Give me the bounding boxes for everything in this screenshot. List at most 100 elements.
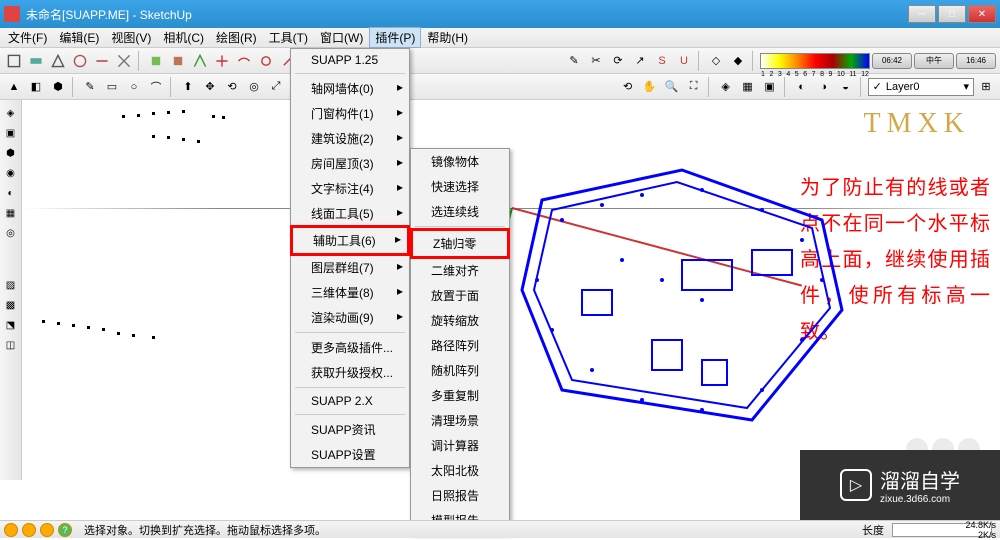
select-icon[interactable]: ▲ <box>4 77 24 97</box>
menu-item[interactable]: 二维对齐 <box>411 258 509 283</box>
tool-icon[interactable] <box>70 51 90 71</box>
menu-item[interactable]: 帮助(H) <box>421 27 474 48</box>
tool-icon[interactable]: ◈ <box>2 104 20 122</box>
menu-item[interactable]: 房间屋顶(3) <box>291 151 409 176</box>
tool-icon[interactable]: ▦ <box>2 204 20 222</box>
menu-item[interactable]: 多重复制 <box>411 383 509 408</box>
tool-icon[interactable] <box>146 51 166 71</box>
tool-icon[interactable]: ◉ <box>2 164 20 182</box>
style-icon[interactable]: ◑ <box>814 77 834 97</box>
move-icon[interactable]: ✥ <box>200 77 220 97</box>
menu-item[interactable]: 相机(C) <box>157 27 210 48</box>
menu-item[interactable]: 辅助工具(6) <box>290 225 410 256</box>
menu-item[interactable]: 获取升级授权... <box>291 360 409 385</box>
tool-icon[interactable]: ⟳ <box>608 51 628 71</box>
menu-item[interactable]: 三维体量(8) <box>291 280 409 305</box>
tool-icon[interactable] <box>168 51 188 71</box>
status-icon[interactable] <box>40 523 54 537</box>
menu-item[interactable]: 视图(V) <box>105 27 157 48</box>
status-icon[interactable] <box>4 523 18 537</box>
menu-item[interactable]: 插件(P) <box>369 27 421 48</box>
tool-icon[interactable] <box>234 51 254 71</box>
menu-item[interactable]: 文件(F) <box>2 27 53 48</box>
pan-icon[interactable]: ✋ <box>640 77 660 97</box>
tool-icon[interactable]: ▣ <box>2 124 20 142</box>
style-icon[interactable]: ◐ <box>792 77 812 97</box>
minimize-button[interactable]: ─ <box>908 5 936 23</box>
menu-item[interactable]: 旋转缩放 <box>411 308 509 333</box>
layer-mgr-icon[interactable]: ⊞ <box>976 77 996 97</box>
circle-icon[interactable]: ○ <box>124 77 144 97</box>
tool-icon[interactable]: ⬢ <box>2 144 20 162</box>
menu-item[interactable]: 更多高级插件... <box>291 335 409 360</box>
tool-icon[interactable]: ✂ <box>586 51 606 71</box>
tool-icon[interactable]: ◫ <box>2 336 20 354</box>
iso-icon[interactable]: ◈ <box>716 77 736 97</box>
menu-item[interactable]: 随机阵列 <box>411 358 509 383</box>
time-display[interactable]: 06:42 <box>872 53 912 69</box>
tool-icon[interactable]: ▨ <box>2 276 20 294</box>
menu-item[interactable]: 工具(T) <box>263 27 314 48</box>
tool-icon[interactable] <box>212 51 232 71</box>
menu-item[interactable]: SUAPP设置 <box>291 442 409 467</box>
menu-item[interactable]: 路径阵列 <box>411 333 509 358</box>
push-icon[interactable]: ⬆ <box>178 77 198 97</box>
menu-item[interactable]: 建筑设施(2) <box>291 126 409 151</box>
tool-icon[interactable]: U <box>674 51 694 71</box>
tool-icon[interactable] <box>114 51 134 71</box>
menu-item[interactable]: 日照报告 <box>411 483 509 508</box>
tool-icon[interactable] <box>48 51 68 71</box>
menu-item[interactable]: SUAPP资讯 <box>291 417 409 442</box>
layer-selector[interactable]: ✓Layer0▾ <box>868 78 974 96</box>
tool-icon[interactable]: S <box>652 51 672 71</box>
tool-icon[interactable]: ◐ <box>2 184 20 202</box>
time-display[interactable]: 中午 <box>914 53 954 69</box>
top-icon[interactable]: ▦ <box>738 77 758 97</box>
tool-icon[interactable]: ✎ <box>564 51 584 71</box>
menu-item[interactable]: 清理场景 <box>411 408 509 433</box>
menu-item[interactable]: 窗口(W) <box>314 27 369 48</box>
scale-icon[interactable]: ⤢ <box>266 77 286 97</box>
menu-item[interactable]: 门窗构件(1) <box>291 101 409 126</box>
menu-item[interactable]: 轴网墙体(0) <box>291 76 409 101</box>
tool-icon[interactable] <box>26 51 46 71</box>
menu-item[interactable]: 渲染动画(9) <box>291 305 409 330</box>
menu-item[interactable]: 放置于面 <box>411 283 509 308</box>
menu-item[interactable]: 选连续线 <box>411 199 509 224</box>
menu-item[interactable]: SUAPP 2.X <box>291 390 409 412</box>
menu-item[interactable]: 调计算器 <box>411 433 509 458</box>
pencil-icon[interactable]: ✎ <box>80 77 100 97</box>
menu-item[interactable]: 图层群组(7) <box>291 255 409 280</box>
status-icon[interactable] <box>22 523 36 537</box>
menu-item[interactable]: 太阳北极 <box>411 458 509 483</box>
orbit-icon[interactable]: ⟲ <box>618 77 638 97</box>
tool-icon[interactable]: ◎ <box>2 224 20 242</box>
tool-icon[interactable]: ⬔ <box>2 316 20 334</box>
offset-icon[interactable]: ◎ <box>244 77 264 97</box>
help-icon[interactable]: ? <box>58 523 72 537</box>
style-icon[interactable]: ◒ <box>836 77 856 97</box>
menu-item[interactable]: 镜像物体 <box>411 149 509 174</box>
viewport[interactable]: TMXK 为了防止有的线或者点不在同一个水平标高上面，继续使用插件，使所有标高一… <box>22 100 1000 500</box>
tool-icon[interactable] <box>190 51 210 71</box>
rect-icon[interactable]: ▭ <box>102 77 122 97</box>
tool-icon[interactable] <box>256 51 276 71</box>
front-icon[interactable]: ▣ <box>760 77 780 97</box>
paint-icon[interactable]: ⬢ <box>48 77 68 97</box>
tool-icon[interactable]: ↗ <box>630 51 650 71</box>
menu-item[interactable]: 快速选择 <box>411 174 509 199</box>
tool-icon[interactable]: ◆ <box>728 51 748 71</box>
tool-icon[interactable] <box>92 51 112 71</box>
menu-item[interactable]: SUAPP 1.25 <box>291 49 409 71</box>
menu-item[interactable]: 线面工具(5) <box>291 201 409 226</box>
menu-item[interactable]: 编辑(E) <box>53 27 105 48</box>
rotate-icon[interactable]: ⟲ <box>222 77 242 97</box>
eraser-icon[interactable]: ◧ <box>26 77 46 97</box>
zoom-extents-icon[interactable]: ⛶ <box>684 77 704 97</box>
menu-item[interactable]: 绘图(R) <box>210 27 263 48</box>
tool-icon[interactable]: ▩ <box>2 296 20 314</box>
menu-item[interactable]: Z轴归零 <box>410 228 510 259</box>
menu-item[interactable]: 文字标注(4) <box>291 176 409 201</box>
arc-icon[interactable]: ⌒ <box>146 77 166 97</box>
zoom-icon[interactable]: 🔍 <box>662 77 682 97</box>
